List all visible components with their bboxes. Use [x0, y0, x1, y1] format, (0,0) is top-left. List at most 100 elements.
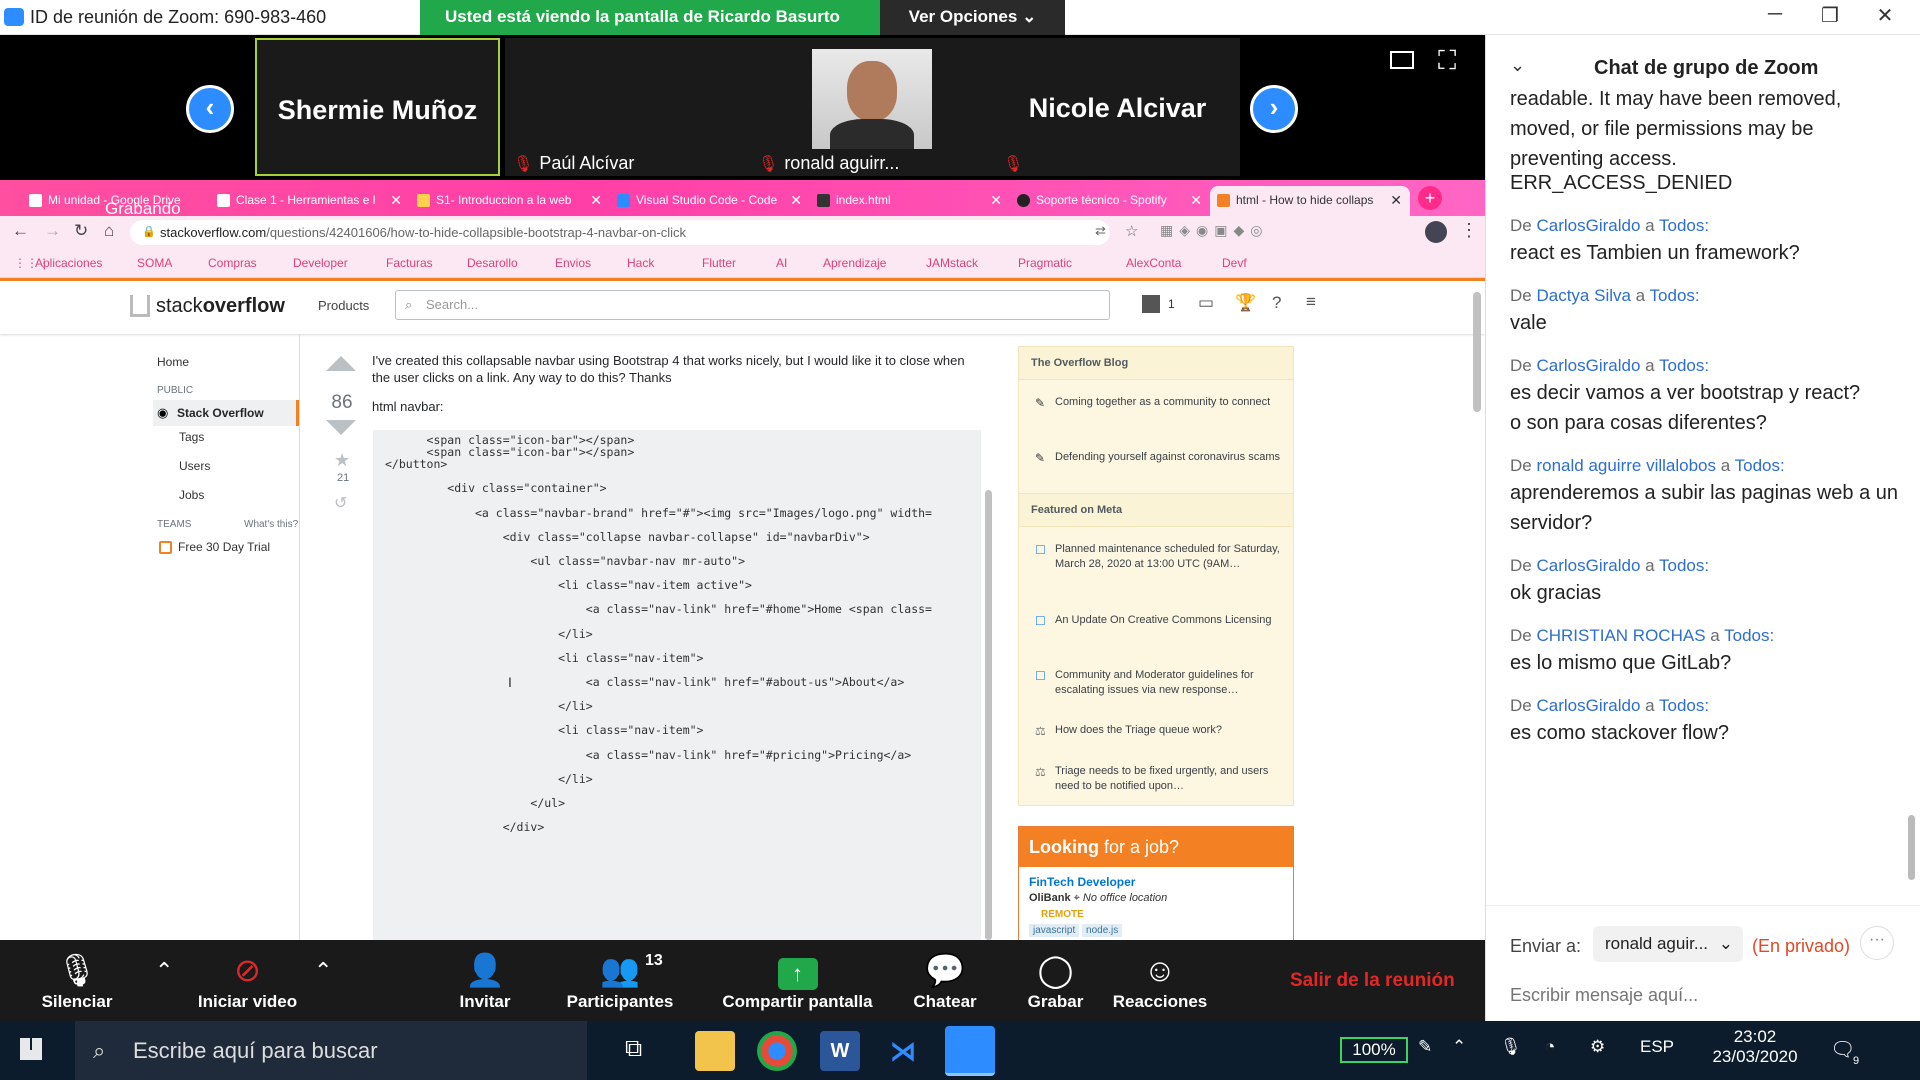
file-explorer-icon[interactable] [695, 1031, 735, 1071]
reload-icon[interactable]: ↻ [74, 221, 88, 241]
gallery-prev-button[interactable]: ‹ [186, 85, 234, 133]
bookmark[interactable]: Devf [1222, 256, 1247, 270]
share-screen-button[interactable]: ↑ Compartir pantalla [710, 950, 885, 1012]
menu-dots-icon[interactable]: ⋮ [1460, 220, 1478, 241]
help-icon[interactable]: ? [1272, 293, 1281, 313]
bookmark[interactable]: Facturas [386, 256, 433, 270]
blog-item[interactable]: ✎ Defending yourself against coronavirus … [1035, 450, 1280, 465]
bookmark[interactable]: Compras [208, 256, 257, 270]
browser-tab[interactable]: S1- Introduccion a la web ✕ [410, 186, 610, 216]
video-options-chevron-icon[interactable]: ⌃ [314, 958, 332, 984]
bookmark[interactable]: AlexConta [1126, 256, 1181, 270]
video-tile[interactable]: Nicole Alcivar 🎙 [995, 38, 1240, 176]
bookmark[interactable]: Aprendizaje [823, 256, 886, 270]
upvote-button[interactable] [326, 356, 356, 371]
nav-home[interactable]: Home [157, 355, 189, 369]
bookmark[interactable]: Envios [555, 256, 591, 270]
microphone-tray-icon[interactable]: 🎙 [1500, 1037, 1522, 1057]
sender-name[interactable]: CarlosGiraldo [1536, 356, 1640, 375]
reactions-button[interactable]: ☺ Reacciones [1110, 950, 1210, 1012]
sender-name[interactable]: ronald aguirre villalobos [1536, 456, 1716, 475]
meta-item[interactable]: ☐ Planned maintenance scheduled for Satur… [1035, 542, 1280, 572]
history-icon[interactable]: ↺ [334, 493, 347, 513]
job-title[interactable]: FinTech Developer [1029, 875, 1135, 889]
bookmark[interactable]: AI [776, 256, 787, 270]
video-tile[interactable]: Shermie Muñoz [255, 38, 500, 176]
sender-name[interactable]: Dactya Silva [1536, 286, 1630, 305]
clock[interactable]: 23:02 23/03/2020 [1710, 1027, 1800, 1067]
so-logo[interactable]: stackoverflow [156, 295, 285, 318]
meta-item[interactable]: ☐ An Update On Creative Commons Licensing [1035, 613, 1280, 628]
site-switcher-icon[interactable]: ≡ [1306, 292, 1316, 312]
meta-item[interactable]: ⚖ Triage needs to be fixed urgently, and … [1035, 764, 1280, 794]
blog-item[interactable]: ✎ Coming together as a community to conne… [1035, 395, 1280, 410]
translate-icon[interactable]: ⇄ [1095, 223, 1106, 239]
video-tile[interactable]: 🎙 Paúl Alcívar [505, 38, 750, 176]
gallery-view-icon[interactable] [1390, 51, 1414, 69]
video-tile[interactable]: 🎙 ronald aguirr... [750, 38, 995, 176]
downvote-button[interactable] [326, 420, 356, 435]
network-icon[interactable]: ⚙ [1590, 1037, 1605, 1057]
user-avatar[interactable] [1142, 295, 1160, 313]
inbox-icon[interactable]: ▭ [1198, 293, 1214, 313]
forward-icon[interactable]: → [44, 221, 61, 241]
zoom-taskbar-icon[interactable] [945, 1026, 995, 1076]
sender-name[interactable]: CarlosGiraldo [1536, 556, 1640, 575]
chat-scrollbar[interactable] [1908, 815, 1915, 880]
bookmark[interactable]: Developer [293, 256, 348, 270]
tab-close-icon[interactable]: ✕ [390, 186, 402, 214]
fullscreen-icon[interactable]: ⛶ [1438, 45, 1456, 77]
profile-avatar[interactable] [1425, 221, 1447, 243]
more-options-button[interactable]: ··· [1860, 926, 1894, 960]
bookmark-star-icon[interactable]: ★ [334, 450, 350, 471]
trophy-icon[interactable]: 🏆 [1235, 293, 1256, 313]
sender-name[interactable]: CHRISTIAN ROCHAS [1536, 626, 1705, 645]
bookmark[interactable]: Flutter [702, 256, 736, 270]
back-icon[interactable]: ← [12, 221, 29, 241]
vscode-taskbar-icon[interactable]: ⋊ [883, 1031, 923, 1071]
job-tag[interactable]: javascript [1029, 924, 1080, 937]
tab-close-icon[interactable]: ✕ [790, 186, 802, 214]
view-options-button[interactable]: Ver Opciones ⌄ [880, 0, 1065, 35]
wifi-icon[interactable]: ◔ [1545, 1037, 1555, 1057]
url-field[interactable]: 🔒 stackoverflow.com/questions/42401606/ho… [130, 220, 1110, 245]
browser-tab[interactable]: index.html ✕ [810, 186, 1010, 216]
job-tag[interactable]: node.js [1082, 924, 1123, 937]
bookmark[interactable]: Aplicaciones [35, 256, 102, 270]
new-tab-button[interactable]: + [1418, 186, 1442, 210]
record-button[interactable]: ◯ Grabar [1018, 950, 1093, 1012]
browser-tab[interactable]: Soporte técnico - Spotify ✕ [1010, 186, 1210, 216]
tab-close-icon[interactable]: ✕ [1390, 186, 1402, 214]
restore-button[interactable]: ❐ [1810, 3, 1850, 28]
products-link[interactable]: Products [318, 298, 369, 313]
free-trial-link[interactable]: Free 30 Day Trial [178, 540, 270, 554]
nav-tags[interactable]: Tags [179, 430, 204, 444]
browser-tab[interactable]: Visual Studio Code - Code ✕ [610, 186, 810, 216]
browser-tab-active[interactable]: html - How to hide collaps ✕ [1210, 186, 1410, 216]
taskbar-search[interactable]: ⌕ Escribe aquí para buscar [75, 1021, 587, 1080]
audio-options-chevron-icon[interactable]: ⌃ [155, 958, 173, 984]
nav-stack-overflow[interactable]: ◉ Stack Overflow [153, 400, 299, 426]
chat-message-input[interactable] [1510, 978, 1890, 1012]
so-logo-icon[interactable] [130, 295, 150, 317]
task-view-icon[interactable]: ⧉ [625, 1035, 642, 1063]
bookmark[interactable]: Hack [627, 256, 654, 270]
nav-jobs[interactable]: Jobs [179, 488, 204, 502]
star-icon[interactable]: ☆ [1125, 222, 1138, 240]
home-icon[interactable]: ⌂ [104, 221, 114, 241]
tab-close-icon[interactable]: ✕ [1190, 186, 1202, 214]
close-button[interactable]: ✕ [1865, 3, 1905, 28]
recipient-select[interactable]: ronald aguir... ⌄ [1593, 926, 1743, 962]
tab-close-icon[interactable]: ✕ [990, 186, 1002, 214]
chrome-icon[interactable] [757, 1031, 797, 1071]
bookmark[interactable]: Desarollo [467, 256, 518, 270]
pen-icon[interactable]: ✎ [1418, 1037, 1432, 1057]
extensions-icon[interactable]: ▦◈◉▣◆◎ [1160, 222, 1268, 239]
tab-close-icon[interactable]: ✕ [590, 186, 602, 214]
chat-button[interactable]: 💬 Chatear [900, 950, 990, 1012]
page-scrollbar[interactable] [1473, 292, 1481, 412]
start-video-button[interactable]: ⊘ Iniciar video [190, 950, 305, 1012]
invite-button[interactable]: 👤 Invitar [445, 950, 525, 1012]
whats-this-link[interactable]: What's this? [244, 519, 298, 530]
mute-button[interactable]: 🎙 Silenciar [32, 950, 122, 1012]
